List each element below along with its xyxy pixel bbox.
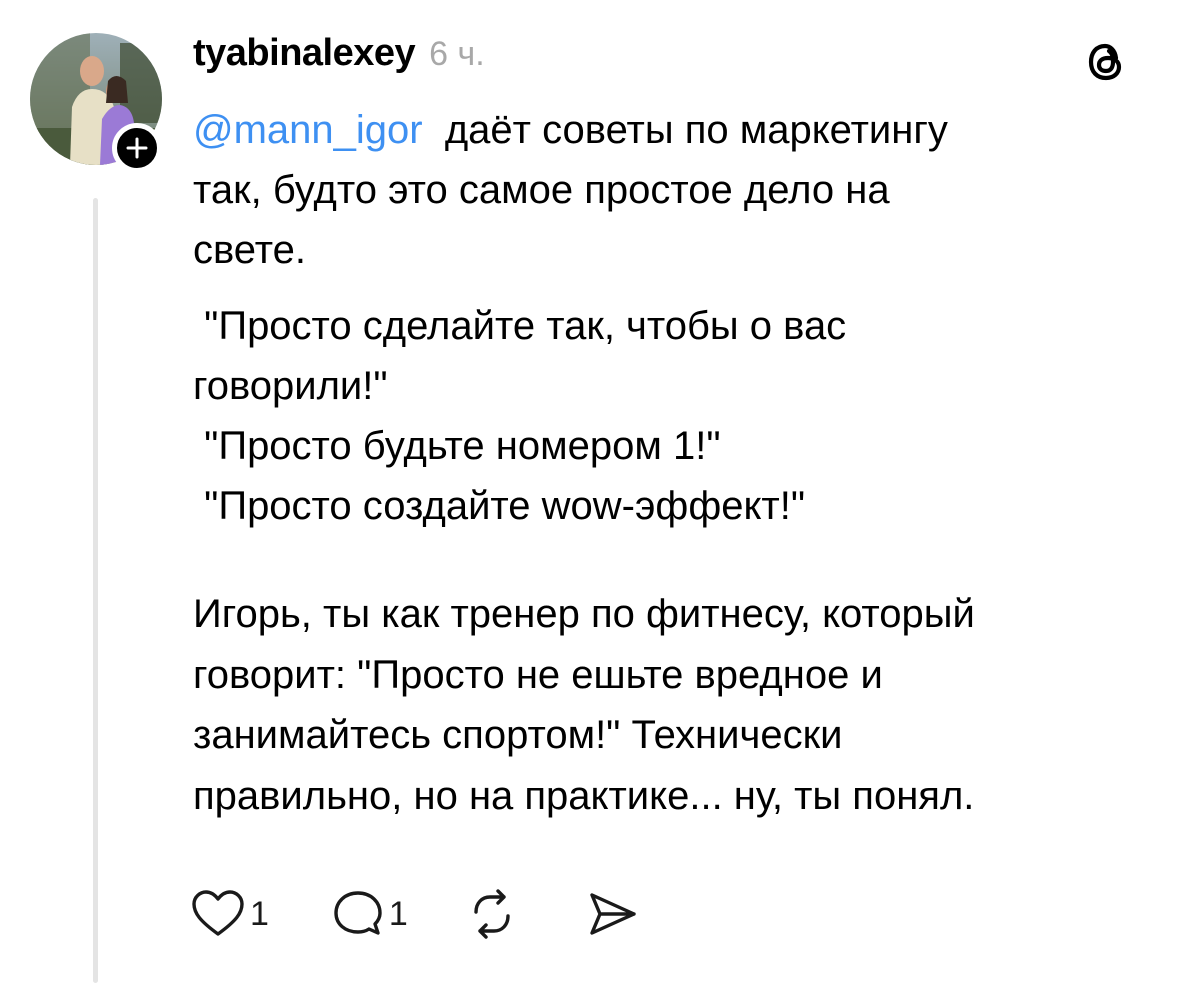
reply-button[interactable]: 1 [331,888,408,940]
post-header: tyabinalexey 6 ч. [193,32,485,82]
post-timestamp: 6 ч. [429,35,485,73]
like-button[interactable]: 1 [190,889,269,939]
send-icon [590,893,636,935]
share-button[interactable] [584,889,640,939]
paragraph-line: правильно, но на практике... ну, ты поня… [193,773,975,818]
comment-icon [334,891,382,935]
quote-line-block: "Просто создайте wow-эффект!" [193,476,1153,536]
action-bar: 1 1 [190,886,702,942]
paragraph-line: Игорь, ты как тренер по фитнесу, который [193,592,975,636]
repost-button[interactable] [464,888,520,940]
follow-button[interactable] [112,123,162,173]
paragraph-text: так, будто это самое простое дело на [193,168,890,212]
threads-logo-icon[interactable] [1082,38,1130,86]
quote-line: "Просто сделайте так, чтобы о вас [193,304,847,348]
paragraph-text: даёт советы по маркетингу [422,108,948,152]
reply-count: 1 [388,894,408,933]
thread-line [93,198,98,983]
paragraph-text: свете. [193,228,306,272]
mention-link[interactable]: @mann_igor [193,108,423,152]
paragraph-line: занимайтесь спортом!" Технически [193,713,843,757]
quote-line: говорили!" [193,364,388,408]
post-body: @mann_igor даёт советы по маркетингу так… [193,100,1153,826]
quote-line: "Просто будьте номером 1!" [193,424,721,468]
heart-icon [192,890,244,936]
post-paragraph-1: @mann_igor даёт советы по маркетингу так… [193,100,1153,280]
author-username[interactable]: tyabinalexey [193,32,416,75]
quote-line-block: "Просто будьте номером 1!" [193,416,1153,476]
quote-line: "Просто создайте wow-эффект!" [193,484,806,528]
repost-icon [474,889,510,939]
paragraph-line: говорит: "Просто не ешьте вредное и [193,652,883,697]
like-count: 1 [250,894,269,933]
plus-icon [126,137,148,159]
post-quotes: "Просто сделайте так, чтобы о вас говори… [193,296,1153,416]
threads-post: tyabinalexey 6 ч. @mann_igor даёт советы… [0,0,1178,991]
post-paragraph-3: Игорь, ты как тренер по фитнесу, который… [193,584,1153,826]
